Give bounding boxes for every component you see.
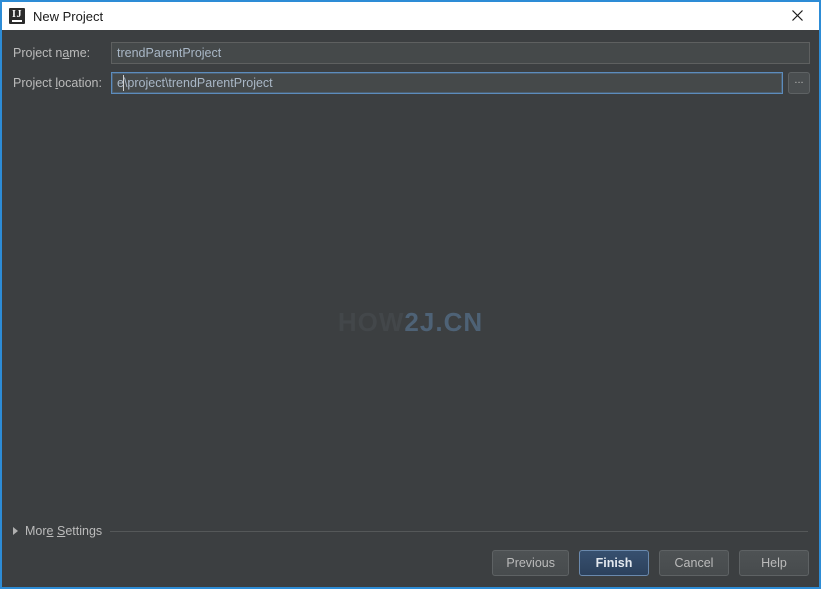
title-bar: IJ New Project	[2, 2, 819, 30]
previous-button[interactable]: Previous	[492, 550, 569, 576]
project-name-row: Project name:	[13, 42, 810, 64]
dialog-button-bar: Previous Finish Cancel Help	[492, 550, 809, 576]
help-button[interactable]: Help	[739, 550, 809, 576]
dialog-body: Project name: Project location: ... HOW2…	[2, 30, 819, 587]
more-settings-section[interactable]: More Settings	[13, 522, 808, 540]
close-icon[interactable]	[775, 2, 819, 28]
project-location-row: Project location: ...	[13, 72, 810, 94]
text-caret	[123, 75, 124, 91]
browse-folder-button[interactable]: ...	[788, 72, 810, 94]
window-title: New Project	[33, 8, 104, 24]
watermark-part-b: 2J.CN	[404, 307, 484, 337]
project-location-input-wrap	[111, 72, 783, 94]
project-location-label: Project location:	[13, 76, 102, 90]
new-project-dialog: IJ New Project Project name: Project loc…	[0, 0, 821, 589]
form-area: Project name: Project location: ...	[2, 30, 819, 102]
project-name-label: Project name:	[13, 46, 91, 60]
finish-button[interactable]: Finish	[579, 550, 649, 576]
project-location-input[interactable]	[111, 72, 783, 94]
section-divider	[110, 530, 808, 532]
watermark-part-a: HOW	[337, 307, 405, 337]
cancel-button[interactable]: Cancel	[659, 550, 729, 576]
watermark: HOW2J.CN	[2, 307, 819, 338]
intellij-idea-icon: IJ	[9, 8, 25, 24]
more-settings-label: More Settings	[25, 524, 103, 538]
triangle-right-icon	[13, 527, 18, 535]
project-name-input[interactable]	[111, 42, 810, 64]
